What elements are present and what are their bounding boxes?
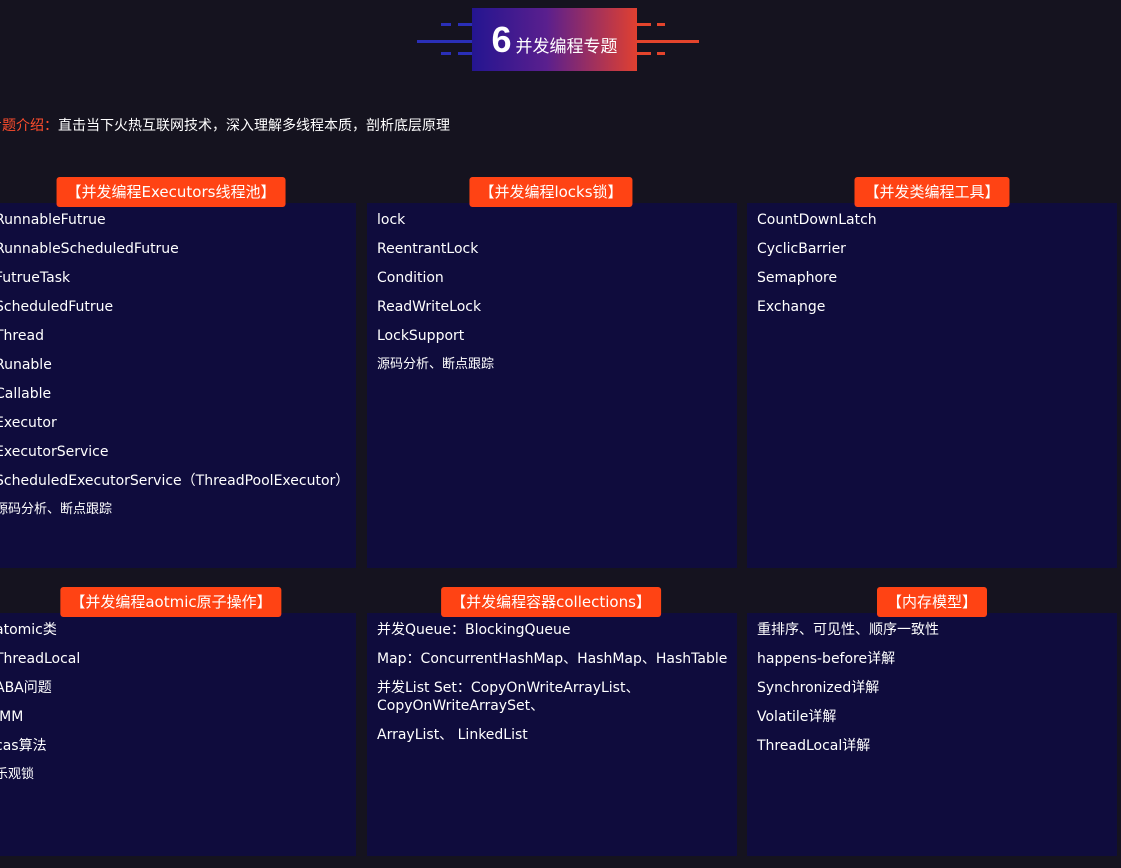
list-item: ScheduledFutrue xyxy=(0,299,114,315)
list-item: Exchange xyxy=(757,299,826,315)
list-item: Semaphore xyxy=(757,270,838,286)
banner-title: 并发编程专题 xyxy=(515,37,618,57)
card-list-memory-model: 重排序、可见性、顺序一致性 happens-before详解 Synchroni… xyxy=(757,621,939,766)
list-item: cas算法 xyxy=(0,738,47,754)
list-item: Callable xyxy=(0,386,52,402)
list-item: 并发Queue：BlockingQueue xyxy=(377,622,571,638)
list-item: 源码分析、断点跟踪 xyxy=(377,357,495,372)
list-item: LockSupport xyxy=(377,328,465,344)
list-item: ExecutorService xyxy=(0,444,109,460)
intro-text: 直击当下火热互联网技术，深入理解多线程本质，剖析底层原理 xyxy=(58,118,450,134)
list-item: Runable xyxy=(0,357,52,373)
list-item: lock xyxy=(377,212,406,228)
list-item: Executor xyxy=(0,415,57,431)
page: 6 并发编程专题 专题介绍：直击当下火热互联网技术，深入理解多线程本质，剖析底层… xyxy=(0,0,1121,868)
list-item: atomic类 xyxy=(0,622,57,638)
banner-number: 6 xyxy=(491,18,512,60)
header-banner: 6 并发编程专题 xyxy=(472,8,637,71)
card-list-tools: CountDownLatch CyclicBarrier Semaphore E… xyxy=(757,211,877,327)
card-tools: 【并发类编程工具】 CountDownLatch CyclicBarrier S… xyxy=(747,177,1117,568)
list-item: 重排序、可见性、顺序一致性 xyxy=(757,622,939,638)
list-item: RunnableFutrue xyxy=(0,212,106,228)
banner-deco-left-1 xyxy=(441,23,451,26)
list-item: 源码分析、断点跟踪 xyxy=(0,502,113,517)
card-memory-model: 【内存模型】 重排序、可见性、顺序一致性 happens-before详解 Sy… xyxy=(747,587,1117,856)
card-title-memory-model: 【内存模型】 xyxy=(876,587,988,617)
list-item: ScheduledExecutorService（ThreadPoolExecu… xyxy=(0,473,350,489)
list-item: Volatile详解 xyxy=(757,709,837,725)
card-list-atomic: atomic类 ThreadLocal ABA问题 JMM cas算法 乐观锁 xyxy=(0,621,80,795)
list-item: 并发List Set：CopyOnWriteArrayList、CopyOnWr… xyxy=(377,680,640,714)
list-item: CountDownLatch xyxy=(757,212,877,228)
banner-deco-right-5 xyxy=(657,52,665,55)
card-title-atomic: 【并发编程aotmic原子操作】 xyxy=(60,587,282,617)
card-locks: 【并发编程locks锁】 lock ReentrantLock Conditio… xyxy=(367,177,737,568)
banner-deco-right-2 xyxy=(657,23,665,26)
list-item: ArrayList、 LinkedList xyxy=(377,727,528,743)
card-title-executors: 【并发编程Executors线程池】 xyxy=(56,177,286,207)
list-item: JMM xyxy=(0,709,24,725)
list-item: Synchronized详解 xyxy=(757,680,880,696)
list-item: ReadWriteLock xyxy=(377,299,482,315)
card-collections: 【并发编程容器collections】 并发Queue：BlockingQueu… xyxy=(367,587,737,856)
list-item: ABA问题 xyxy=(0,680,52,696)
list-item: Map：ConcurrentHashMap、HashMap、HashTable xyxy=(377,651,728,667)
intro-label: 专题介绍： xyxy=(0,118,58,134)
card-executors: 【并发编程Executors线程池】 RunnableFutrue Runnab… xyxy=(0,177,356,568)
card-list-locks: lock ReentrantLock Condition ReadWriteLo… xyxy=(377,211,494,385)
list-item: 乐观锁 xyxy=(0,767,35,782)
list-item: ThreadLocal详解 xyxy=(757,738,871,754)
banner-deco-right-3 xyxy=(637,40,699,43)
card-title-tools: 【并发类编程工具】 xyxy=(854,177,1010,207)
list-item: RunnableScheduledFutrue xyxy=(0,241,179,257)
banner-deco-left-3 xyxy=(417,40,472,43)
list-item: FutrueTask xyxy=(0,270,71,286)
banner-deco-right-1 xyxy=(637,23,651,26)
card-title-collections: 【并发编程容器collections】 xyxy=(441,587,661,617)
intro-line: 专题介绍：直击当下火热互联网技术，深入理解多线程本质，剖析底层原理 xyxy=(0,115,450,135)
list-item: Condition xyxy=(377,270,444,286)
list-item: ThreadLocal xyxy=(0,651,81,667)
card-title-locks: 【并发编程locks锁】 xyxy=(469,177,633,207)
banner-deco-right-4 xyxy=(637,52,651,55)
list-item: Thread xyxy=(0,328,44,344)
list-item: ReentrantLock xyxy=(377,241,479,257)
list-item: happens-before详解 xyxy=(757,651,896,667)
card-list-collections: 并发Queue：BlockingQueue Map：ConcurrentHash… xyxy=(377,621,727,755)
banner-deco-left-2 xyxy=(458,23,472,26)
card-list-executors: RunnableFutrue RunnableScheduledFutrue F… xyxy=(0,211,349,530)
list-item: CyclicBarrier xyxy=(757,241,846,257)
banner-deco-left-5 xyxy=(458,52,472,55)
card-atomic: 【并发编程aotmic原子操作】 atomic类 ThreadLocal ABA… xyxy=(0,587,356,856)
banner-deco-left-4 xyxy=(441,52,451,55)
